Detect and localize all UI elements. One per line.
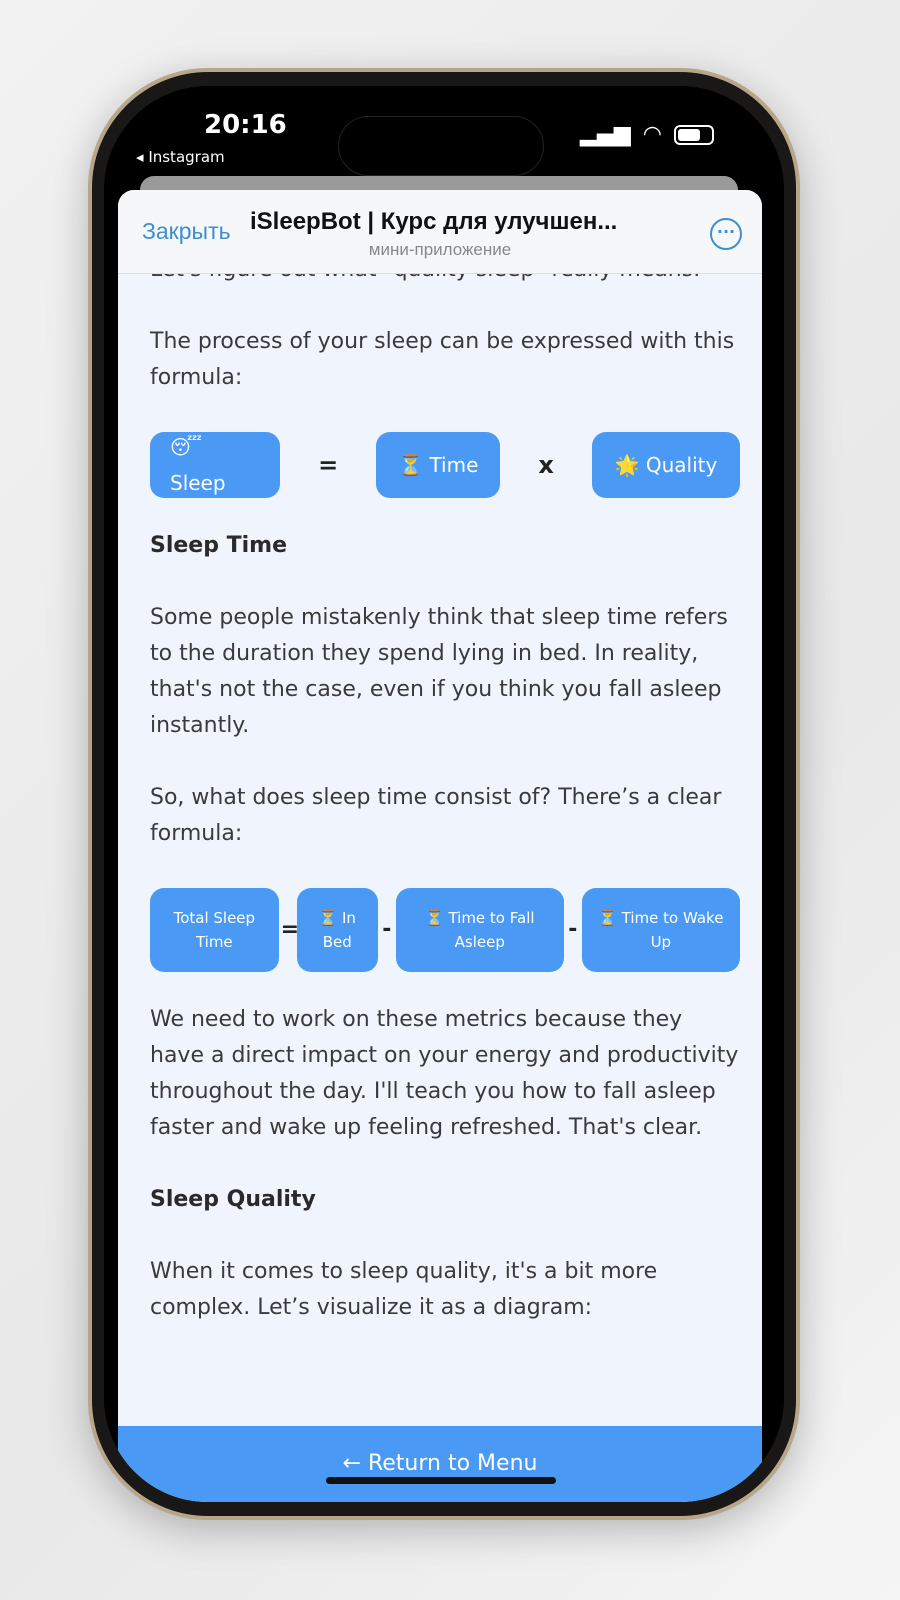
- signal-icon: ▂▄▆: [580, 122, 631, 147]
- back-to-app-link[interactable]: ◂ Instagram: [136, 148, 225, 166]
- formula-sleep: 😴 Sleep: [150, 432, 280, 498]
- paragraph: Some people mistakenly think that sleep …: [150, 605, 728, 738]
- heading-sleep-time: Sleep Time: [150, 533, 288, 558]
- status-icons: ▂▄▆ ◠: [580, 122, 714, 147]
- app-header: Закрыть iSleepBot | Курс для улучшен... …: [118, 190, 762, 274]
- dynamic-island: [338, 116, 544, 176]
- app-title: iSleepBot | Курс для улучшен...: [250, 208, 618, 235]
- multiply-sign: x: [538, 451, 554, 479]
- formula-time-to-wake-up: ⏳ Time to Wake Up: [581, 888, 740, 972]
- formula-quality: 🌟 Quality: [591, 432, 740, 498]
- heading-sleep-quality: Sleep Quality: [150, 1187, 316, 1212]
- minus-sign: -: [568, 917, 578, 942]
- app-subtitle: мини-приложение: [368, 240, 512, 259]
- ellipsis-circle-icon[interactable]: ···: [710, 218, 742, 250]
- sleep-time-formula: Total Sleep Time = ⏳ In Bed - ⏳ Time to …: [150, 888, 740, 972]
- sleep-formula: 😴 Sleep = ⏳ Time x 🌟 Quality: [150, 432, 740, 498]
- formula-time: ⏳ Time: [376, 432, 501, 498]
- paragraph: So, what does sleep time consist of? The…: [150, 785, 722, 846]
- formula-total-sleep-time: Total Sleep Time: [150, 888, 279, 972]
- mini-app: Закрыть iSleepBot | Курс для улучшен... …: [118, 190, 762, 1502]
- home-indicator[interactable]: [326, 1477, 556, 1484]
- paragraph: We need to work on these metrics because…: [150, 1007, 739, 1140]
- battery-icon: [674, 124, 714, 145]
- formula-time-to-fall-asleep: ⏳ Time to Fall Asleep: [395, 888, 564, 972]
- equals-sign: =: [280, 917, 300, 942]
- status-time: 20:16: [204, 110, 287, 140]
- formula-in-bed: ⏳ In Bed: [296, 888, 378, 972]
- back-app-label: Instagram: [148, 148, 225, 166]
- paragraph: When it comes to sleep quality, it's a b…: [150, 1259, 658, 1320]
- equals-sign: =: [318, 451, 339, 479]
- wifi-icon: ◠: [642, 122, 662, 147]
- return-to-menu-button[interactable]: ← Return to Menu: [118, 1426, 762, 1502]
- phone-screen: 20:16 ◂ Instagram ▂▄▆ ◠ Закрыть iSleepBo…: [104, 86, 784, 1502]
- minus-sign: -: [382, 917, 392, 942]
- lesson-content: Let's figure out what "quality sleep" re…: [150, 252, 740, 1362]
- paragraph: The process of your sleep can be express…: [150, 329, 735, 390]
